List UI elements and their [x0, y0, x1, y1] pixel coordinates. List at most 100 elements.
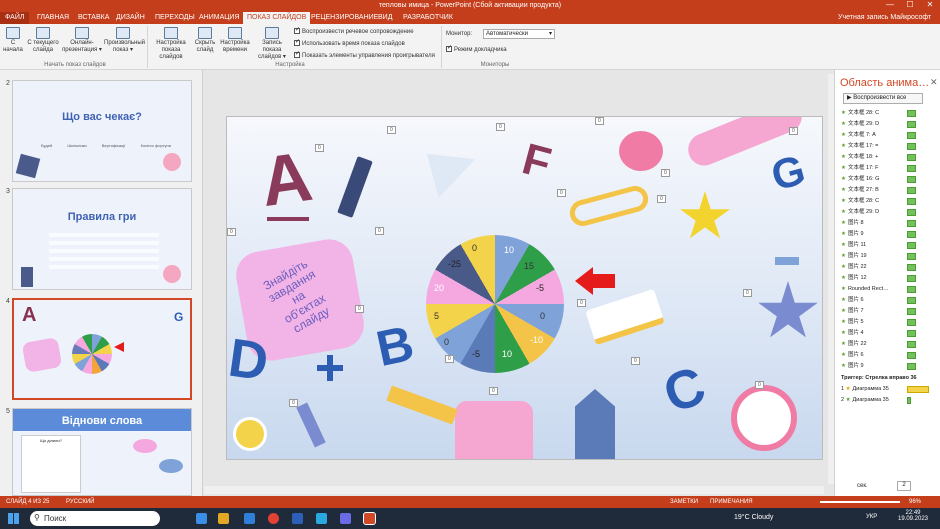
animation-tag[interactable]: 0 [227, 228, 236, 236]
comments-button[interactable]: ПРИМЕЧАНИЯ [710, 499, 753, 505]
tab-view[interactable]: ВИД [378, 14, 392, 21]
letter-g[interactable]: G [766, 146, 810, 201]
trigger-item[interactable]: 2 ★ Диаграмма 35 [841, 395, 937, 406]
animation-item[interactable]: ★ 图片 8 [841, 218, 937, 229]
animation-tag[interactable]: 0 [789, 127, 798, 135]
animation-tag[interactable]: 0 [387, 126, 396, 134]
animation-item[interactable]: ★ 文本框 7: A [841, 130, 937, 141]
timeline-zoom-input[interactable]: 2 [897, 481, 911, 491]
animation-item[interactable]: ★ 文本框 17: F [841, 163, 937, 174]
online-present-button[interactable]: Онлайн-презентация ▾ [62, 26, 102, 54]
animation-item[interactable]: ★ 图片 22 [841, 339, 937, 350]
thumbnail-slide-4[interactable]: A G [12, 298, 192, 400]
chrome-icon[interactable] [268, 513, 279, 524]
tab-design[interactable]: ДИЗАЙН [116, 14, 145, 21]
animation-item[interactable]: ★ 图片 11 [841, 240, 937, 251]
fortune-wheel[interactable]: 0 10 15 -5 0 -10 10 -5 0 5 20 -25 [426, 235, 564, 373]
narration-checkbox[interactable]: Воспроизвести речевое сопровождение [294, 26, 414, 35]
tab-developer[interactable]: РАЗРАБОТЧИК [403, 14, 453, 21]
animation-item[interactable]: ★ 图片 6 [841, 350, 937, 361]
powerpoint-icon[interactable] [363, 512, 376, 525]
notes-button[interactable]: ЗАМЕТКИ [670, 499, 698, 505]
presenter-view-checkbox[interactable]: Режим докладчика [446, 44, 507, 53]
minimize-button[interactable]: — [880, 0, 900, 9]
animation-tag[interactable]: 0 [489, 387, 498, 395]
animation-tag[interactable]: 0 [595, 117, 604, 125]
monitor-select[interactable]: Автоматически ▾ [483, 29, 555, 39]
animation-tag[interactable]: 0 [375, 227, 384, 235]
from-current-button[interactable]: С текущего слайда [27, 26, 59, 54]
animation-item[interactable]: ★ 图片 5 [841, 317, 937, 328]
letter-a[interactable]: A [256, 136, 317, 222]
slide-canvas[interactable]: A F G Знайдіть завдання на об'єктах слай… [226, 116, 823, 460]
record-button[interactable]: Запись показа слайдов ▾ [252, 26, 292, 61]
animation-item[interactable]: ★ 图片 4 [841, 328, 937, 339]
thumbnail-slide-2[interactable]: Що вас чекає? Будей Шкільники Вертифікації… [12, 80, 192, 182]
animation-item[interactable]: ★ 图片 9 [841, 361, 937, 372]
slide-thumbnails[interactable]: 2 Що вас чекає? Будей Шкільники Вертифікац… [0, 70, 203, 496]
tab-home[interactable]: ГЛАВНАЯ [37, 14, 69, 21]
animation-item[interactable]: ★ 文本框 29: D [841, 207, 937, 218]
close-icon[interactable]: ✕ [930, 77, 938, 88]
animation-tag[interactable]: 0 [577, 299, 586, 307]
horizontal-scrollbar[interactable] [204, 486, 824, 494]
tab-review[interactable]: РЕЦЕНЗИРОВАНИЕ [311, 14, 378, 21]
animation-item[interactable]: ★ 文本框 16: G [841, 174, 937, 185]
animation-item[interactable]: ★ 图片 12 [841, 273, 937, 284]
from-start-button[interactable]: С начала [2, 26, 24, 54]
letter-c[interactable]: C [656, 354, 714, 426]
account-label[interactable]: Учетная запись Майкрософт [838, 14, 931, 21]
animation-item[interactable]: ★ Rounded Rect… [841, 284, 937, 295]
play-all-button[interactable]: ▶ Воспроизвести все [843, 93, 923, 104]
word-icon[interactable] [292, 513, 303, 524]
zoom-slider[interactable] [820, 501, 900, 503]
maximize-button[interactable]: ☐ [900, 0, 920, 9]
clock[interactable]: 22:49 19.09.2023 [890, 510, 936, 522]
store-icon[interactable] [244, 513, 255, 524]
keyboard-language[interactable]: УКР [866, 514, 877, 520]
letter-f[interactable]: F [517, 134, 556, 189]
animation-tag[interactable]: 0 [315, 144, 324, 152]
media-controls-checkbox[interactable]: Показать элементы управления проигрывате… [294, 50, 435, 59]
folder-icon[interactable] [218, 513, 229, 524]
telegram-icon[interactable] [316, 513, 327, 524]
animation-item[interactable]: ★ 文本框 28: C [841, 108, 937, 119]
zoom-level[interactable]: 96% [909, 499, 921, 505]
weather-indicator[interactable]: 19°C Cloudy [734, 514, 773, 521]
animation-item[interactable]: ★ 图片 19 [841, 251, 937, 262]
tab-file[interactable]: ФАЙЛ [0, 12, 30, 24]
animation-tag[interactable]: 0 [755, 381, 764, 389]
setup-show-button[interactable]: Настройка показа слайдов [150, 26, 192, 61]
animation-item[interactable]: ★ 图片 9 [841, 229, 937, 240]
edge-icon[interactable] [196, 513, 207, 524]
letter-d[interactable]: D [227, 327, 272, 394]
animation-tag[interactable]: 0 [445, 355, 454, 363]
animation-tag[interactable]: 0 [289, 399, 298, 407]
trigger-item[interactable]: 1 ★ Диаграмма 35 [841, 384, 937, 395]
animation-item[interactable]: ★ 文本框 17: = [841, 141, 937, 152]
animation-item[interactable]: ★ 文本框 27: B [841, 185, 937, 196]
animation-tag[interactable]: 0 [496, 123, 505, 131]
animation-tag[interactable]: 0 [743, 289, 752, 297]
taskbar-search[interactable]: ⚲ Поиск [30, 511, 160, 526]
thumbnail-slide-5[interactable]: Віднови слова Що ділили? [12, 408, 192, 496]
animation-item[interactable]: ★ 图片 7 [841, 306, 937, 317]
app-icon[interactable] [340, 513, 351, 524]
tab-transitions[interactable]: ПЕРЕХОДЫ [155, 14, 195, 21]
thumbnail-slide-3[interactable]: Правила гри [12, 188, 192, 290]
letter-b[interactable]: B [371, 314, 419, 378]
close-button[interactable]: ✕ [920, 0, 940, 9]
animation-tag[interactable]: 0 [661, 169, 670, 177]
trigger-header[interactable]: Триггер: Стрелка вправо 36 [841, 373, 937, 384]
animation-tag[interactable]: 0 [657, 195, 666, 203]
tab-animation[interactable]: АНИМАЦИЯ [199, 14, 240, 21]
red-arrow-trigger[interactable] [575, 267, 615, 295]
tab-insert[interactable]: ВСТАВКА [78, 14, 109, 21]
rehearse-button[interactable]: Настройка времени [219, 26, 251, 54]
animation-item[interactable]: ★ 文本框 28: C [841, 196, 937, 207]
animation-tag[interactable]: 0 [557, 189, 566, 197]
tab-slideshow[interactable]: ПОКАЗ СЛАЙДОВ [243, 12, 311, 24]
language-indicator[interactable]: РУССКИЙ [66, 499, 94, 505]
windows-start-icon[interactable] [8, 513, 19, 524]
hide-slide-button[interactable]: Скрыть слайд [194, 26, 216, 54]
